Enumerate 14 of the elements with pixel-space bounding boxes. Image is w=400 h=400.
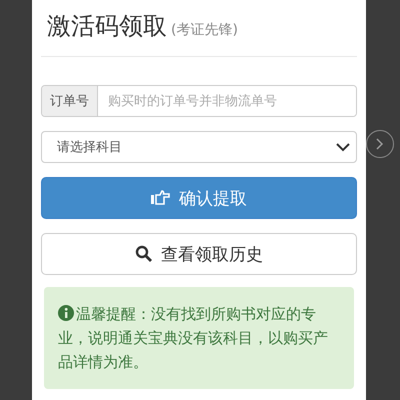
info-icon <box>58 305 74 321</box>
thumb-point-icon <box>151 190 171 206</box>
order-label: 订单号 <box>42 86 98 116</box>
chevron-right-icon <box>376 138 384 150</box>
dialog-title: 激活码领取 <box>47 11 167 42</box>
subject-select[interactable]: 请选择科目 <box>41 131 357 163</box>
chevron-down-icon <box>336 142 350 152</box>
next-button[interactable] <box>366 130 394 158</box>
search-icon <box>135 245 153 263</box>
confirm-button[interactable]: 确认提取 <box>41 177 357 219</box>
dialog-subtitle: (考证先锋) <box>171 21 238 39</box>
history-button[interactable]: 查看领取历史 <box>41 233 357 275</box>
order-input-group[interactable]: 订单号 购买时的订单号并非物流单号 <box>41 85 357 117</box>
notice-alert: 温馨提醒：没有找到所购书对应的专业，说明通关宝典没有该科目，以购买产品详情为准。 <box>44 287 354 389</box>
